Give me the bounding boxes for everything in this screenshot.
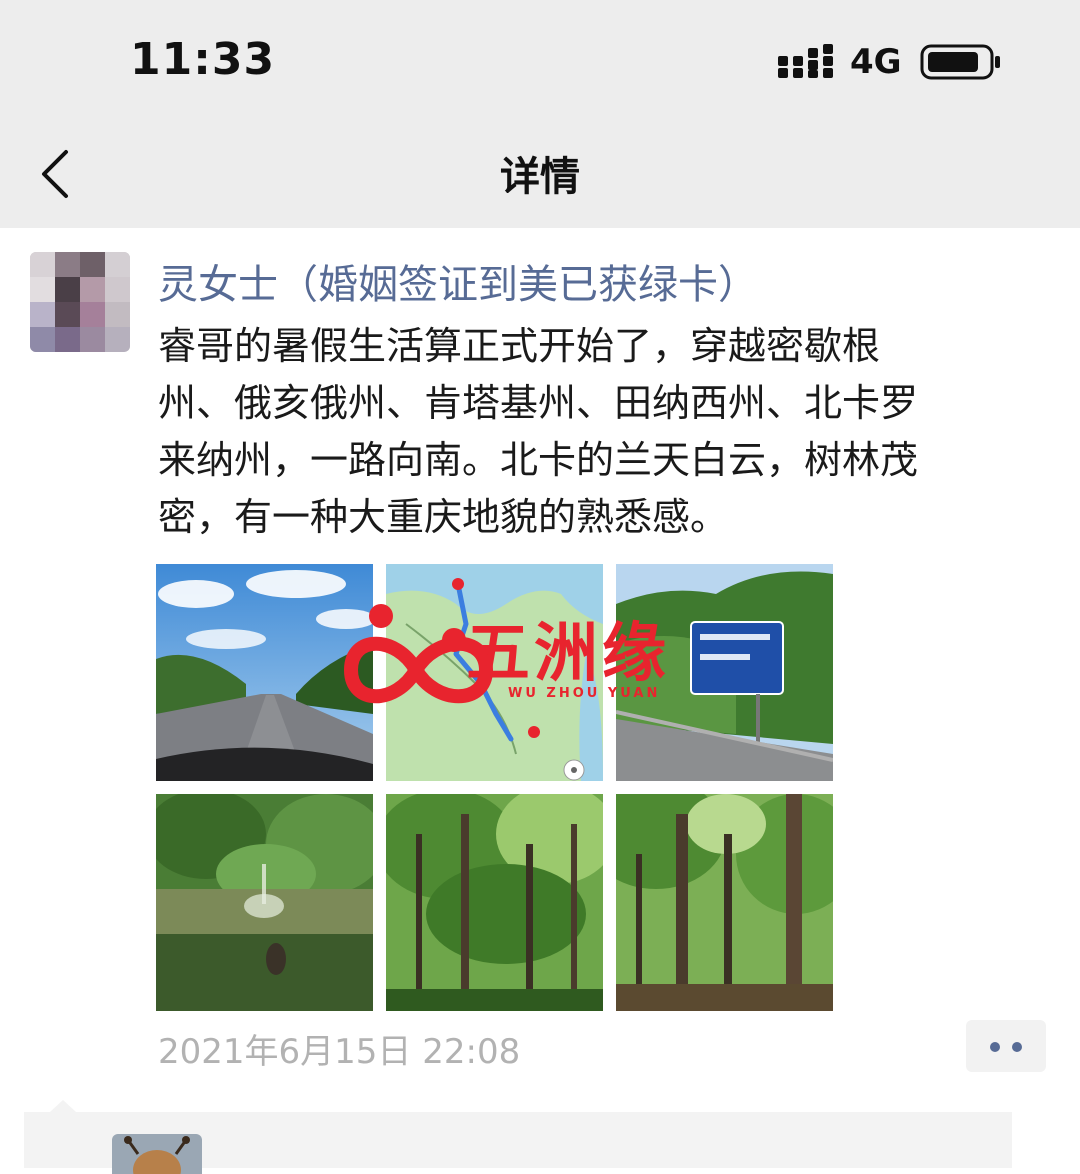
post-text-line: 密，有一种大重庆地貌的熟悉感。: [158, 495, 729, 539]
author-name[interactable]: 灵女士（婚姻签证到美已获绿卡）: [158, 252, 758, 310]
status-time: 11:33: [130, 34, 276, 85]
forest-photo[interactable]: [386, 794, 603, 1011]
watermark: 五洲缘 WU ZHOU YUAN: [336, 600, 756, 710]
battery-icon: [920, 44, 1000, 80]
watermark-subtext: WU ZHOU YUAN: [508, 686, 661, 701]
nav-bar: 详情: [0, 120, 1080, 228]
more-options-button[interactable]: [966, 1020, 1046, 1072]
page-title: 详情: [500, 154, 580, 200]
post-text-line: 睿哥的暑假生活算正式开始了，穿越密歇根: [158, 324, 881, 368]
post-timestamp: 2021年6月15日 22:08: [158, 1032, 521, 1072]
forest-trunks-photo[interactable]: [616, 794, 833, 1011]
pond-fountain-photo[interactable]: [156, 794, 373, 1011]
signal-icon: [778, 44, 833, 78]
post-text-line: 来纳州，一路向南。北卡的兰天白云，树林茂: [158, 438, 919, 482]
status-bar: 11:33 4G: [0, 0, 1080, 120]
watermark-text: 五洲缘: [466, 617, 670, 691]
post-text-line: 州、俄亥俄州、肯塔基州、田纳西州、北卡罗: [158, 381, 919, 425]
avatar[interactable]: [30, 252, 130, 352]
dot-icon: [1012, 1042, 1022, 1052]
network-type: 4G: [850, 42, 902, 82]
like-area-arrow: [50, 1100, 76, 1112]
post-text: 睿哥的暑假生活算正式开始了，穿越密歇根 州、俄亥俄州、肯塔基州、田纳西州、北卡罗…: [158, 318, 1048, 546]
dot-icon: [990, 1042, 1000, 1052]
liker-avatar[interactable]: [112, 1134, 202, 1174]
